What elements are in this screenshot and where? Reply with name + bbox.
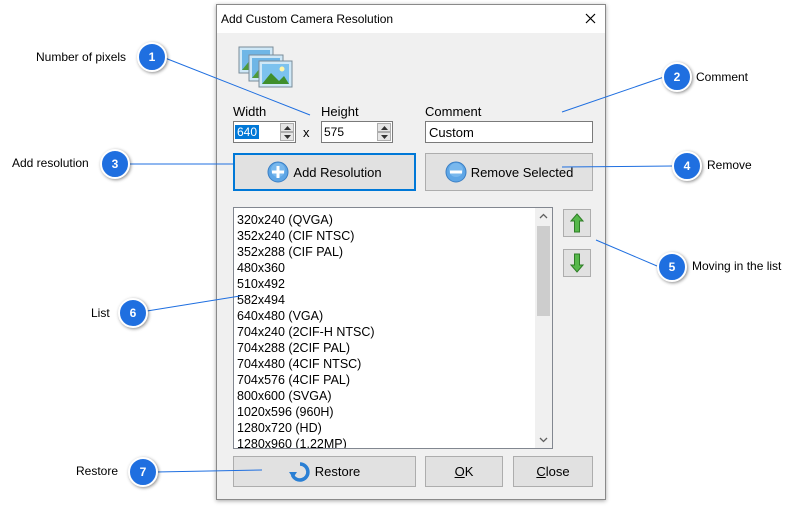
height-spin-up-button[interactable] (377, 123, 391, 132)
close-window-button[interactable] (577, 5, 605, 33)
callout-label-5: Moving in the list (692, 259, 782, 273)
close-button[interactable]: Close (513, 456, 593, 487)
close-label-rest: lose (545, 464, 570, 479)
list-item[interactable]: 582x494 (237, 292, 375, 308)
list-item[interactable]: 800x600 (SVGA) (237, 388, 375, 404)
title-bar: Add Custom Camera Resolution (217, 5, 605, 33)
callout-label-6: List (91, 306, 110, 320)
remove-selected-button[interactable]: Remove Selected (425, 153, 593, 191)
list-item[interactable]: 320x240 (QVGA) (237, 212, 375, 228)
width-label: Width (233, 104, 267, 119)
width-value[interactable]: 640 (235, 125, 260, 139)
scroll-down-button[interactable] (535, 431, 552, 448)
comment-field[interactable] (425, 121, 593, 143)
chevron-up-icon (539, 213, 548, 219)
arrow-down-icon (570, 253, 584, 273)
resolution-list-items: 320x240 (QVGA) 352x240 (CIF NTSC) 352x28… (237, 212, 375, 448)
resolution-list[interactable]: 320x240 (QVGA) 352x240 (CIF NTSC) 352x28… (233, 207, 553, 449)
list-item[interactable]: 704x480 (4CIF NTSC) (237, 356, 375, 372)
move-up-button[interactable] (563, 209, 591, 237)
chevron-down-icon (539, 437, 548, 443)
scroll-thumb[interactable] (537, 226, 550, 316)
dialog-title: Add Custom Camera Resolution (221, 12, 394, 26)
list-item[interactable]: 480x360 (237, 260, 375, 276)
close-mnemonic: C (536, 464, 546, 479)
width-spinner[interactable]: 640 (233, 121, 296, 143)
callout-label-4: Remove (707, 158, 752, 172)
close-icon (585, 13, 596, 24)
comment-label: Comment (425, 104, 482, 119)
comment-input[interactable] (426, 122, 592, 142)
dialog-window: Add Custom Camera Resolution Width Heigh… (216, 4, 606, 500)
callout-label-2: Comment (696, 70, 749, 84)
minus-circle-icon (445, 161, 467, 183)
width-spin-down-button[interactable] (280, 132, 294, 141)
arrow-up-icon (570, 213, 584, 233)
list-item[interactable]: 704x240 (2CIF-H NTSC) (237, 324, 375, 340)
ok-label: OK (455, 464, 474, 479)
add-resolution-button[interactable]: Add Resolution (233, 153, 416, 191)
callout-badge-5: 5 (657, 252, 687, 282)
caret-up-icon (284, 126, 291, 130)
ok-mnemonic: O (454, 464, 465, 479)
plus-circle-icon (267, 161, 289, 183)
height-spin-down-button[interactable] (377, 132, 391, 141)
height-spinner[interactable]: 575 (321, 121, 393, 143)
list-item[interactable]: 352x288 (CIF PAL) (237, 244, 375, 260)
callout-badge-4: 4 (672, 151, 702, 181)
width-spin-up-button[interactable] (280, 123, 294, 132)
callout-badge-1: 1 (137, 42, 167, 72)
close-label: Close (536, 464, 569, 479)
list-item[interactable]: 704x288 (2CIF PAL) (237, 340, 375, 356)
callout-badge-2: 2 (662, 62, 692, 92)
restore-icon (288, 461, 310, 482)
ok-label-rest: K (464, 464, 474, 479)
callout-badge-6: 6 (118, 298, 148, 328)
callout-badge-3: 3 (100, 149, 130, 179)
caret-down-icon (381, 135, 388, 139)
list-item[interactable]: 640x480 (VGA) (237, 308, 375, 324)
list-item[interactable]: 352x240 (CIF NTSC) (237, 228, 375, 244)
caret-down-icon (284, 135, 291, 139)
callout-label-3: Add resolution (12, 156, 89, 170)
restore-button[interactable]: Restore (233, 456, 416, 487)
list-item[interactable]: 1280x960 (1.22MP) (237, 436, 375, 448)
list-item[interactable]: 1020x596 (960H) (237, 404, 375, 420)
remove-selected-label: Remove Selected (470, 164, 574, 180)
pictures-icon (238, 46, 293, 88)
add-resolution-label: Add Resolution (293, 164, 382, 180)
restore-label: Restore (314, 464, 361, 479)
caret-up-icon (381, 126, 388, 130)
height-value[interactable]: 575 (324, 125, 344, 139)
height-label: Height (321, 104, 359, 119)
times-sign: x (303, 125, 310, 140)
list-item[interactable]: 704x576 (4CIF PAL) (237, 372, 375, 388)
scroll-up-button[interactable] (535, 208, 552, 225)
list-scrollbar[interactable] (535, 208, 552, 448)
ok-button[interactable]: OK (425, 456, 503, 487)
callout-label-1: Number of pixels (36, 50, 127, 64)
list-item[interactable]: 510x492 (237, 276, 375, 292)
callout-label-7: Restore (76, 464, 119, 478)
callout-badge-7: 7 (128, 457, 158, 487)
list-item[interactable]: 1280x720 (HD) (237, 420, 375, 436)
move-down-button[interactable] (563, 249, 591, 277)
